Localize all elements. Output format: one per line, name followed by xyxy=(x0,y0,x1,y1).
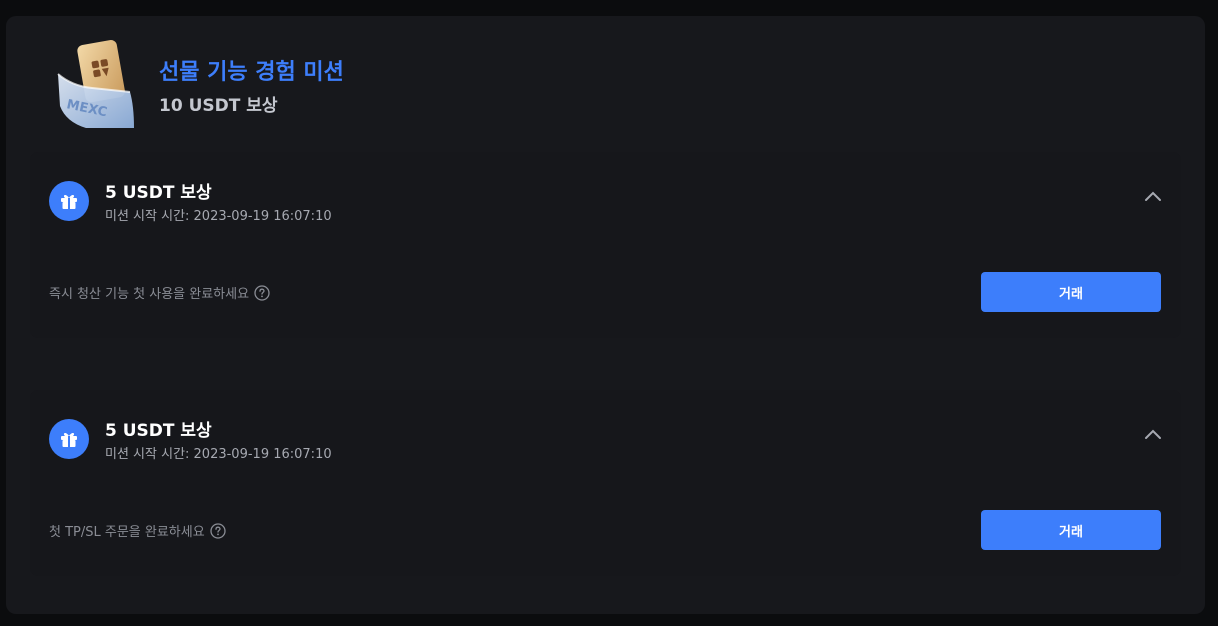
mission-start-time: 미션 시작 시간: 2023-09-19 16:07:10 xyxy=(105,447,332,462)
mission-card: 5 USDT 보상 미션 시작 시간: 2023-09-19 16:07:10 … xyxy=(30,390,1181,576)
trade-button[interactable]: 거래 xyxy=(981,510,1161,550)
help-icon[interactable] xyxy=(254,284,270,301)
reward-title: 5 USDT 보상 xyxy=(105,421,212,441)
mexc-card-wallet-icon: MEXC xyxy=(52,36,142,136)
task-label: 첫 TP/SL 주문을 완료하세요 xyxy=(49,525,205,540)
trade-button[interactable]: 거래 xyxy=(981,272,1161,312)
chevron-up-icon[interactable] xyxy=(1143,426,1163,440)
gift-icon xyxy=(49,419,89,459)
chevron-up-icon[interactable] xyxy=(1143,188,1163,202)
page-title: 선물 기능 경험 미션 xyxy=(159,60,344,85)
total-reward-subtitle: 10 USDT 보상 xyxy=(159,96,278,116)
mission-start-time: 미션 시작 시간: 2023-09-19 16:07:10 xyxy=(105,209,332,224)
mission-card: 5 USDT 보상 미션 시작 시간: 2023-09-19 16:07:10 … xyxy=(30,152,1181,338)
gift-icon xyxy=(49,181,89,221)
reward-title: 5 USDT 보상 xyxy=(105,183,212,203)
help-icon[interactable] xyxy=(210,522,226,539)
task-label: 즉시 청산 기능 첫 사용을 완료하세요 xyxy=(49,287,250,302)
task-description: 첫 TP/SL 주문을 완료하세요 xyxy=(49,521,226,540)
task-description: 즉시 청산 기능 첫 사용을 완료하세요 xyxy=(49,283,270,302)
mission-panel: MEXC 선물 기능 경험 미션 10 USDT 보상 5 USDT 보상 미션… xyxy=(6,16,1205,614)
